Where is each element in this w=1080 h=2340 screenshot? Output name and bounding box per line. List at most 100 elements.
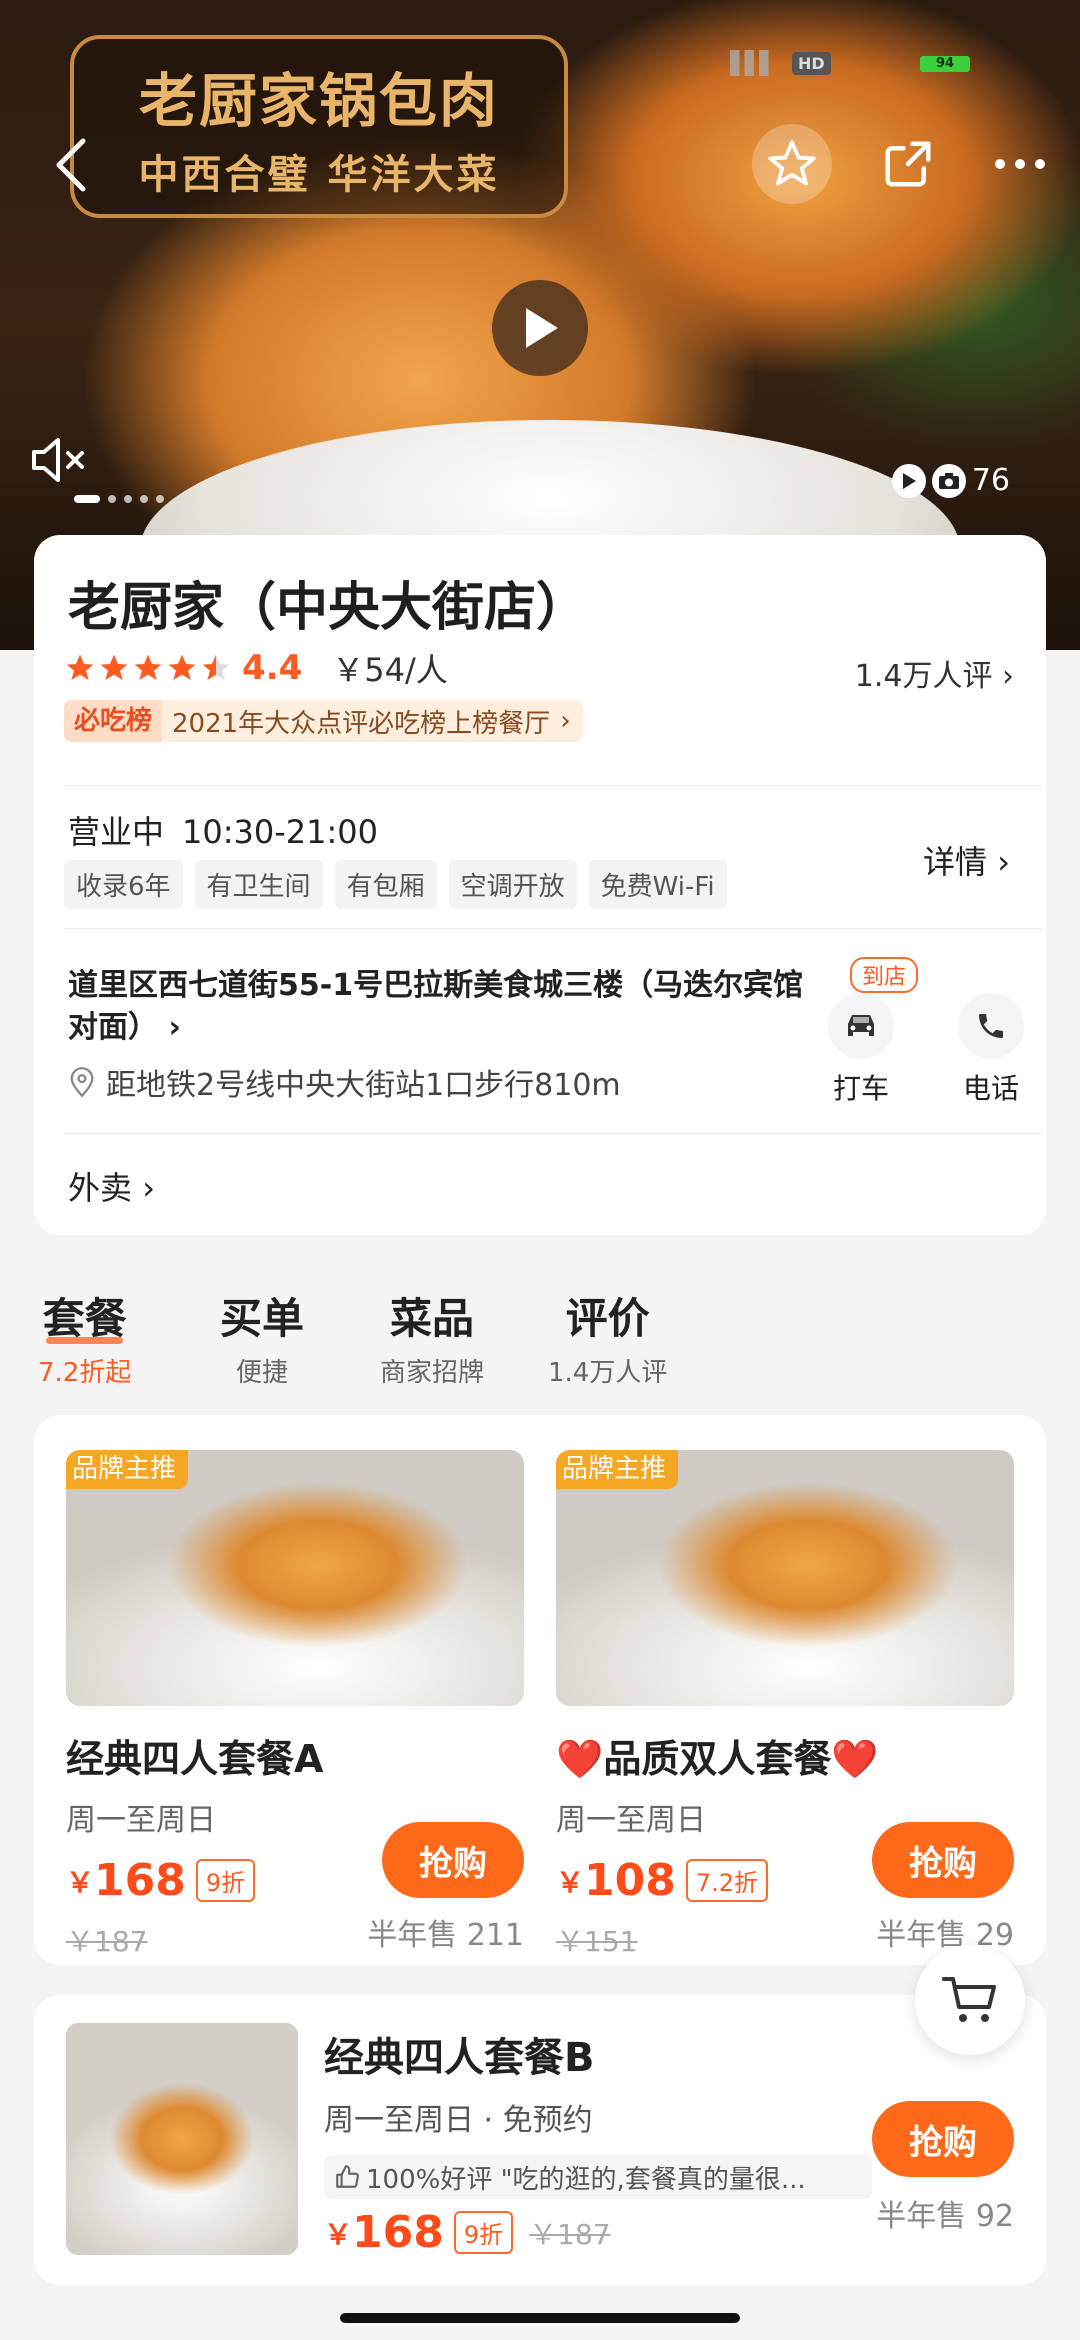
to-store-badge: 到店 (850, 957, 919, 993)
status-bar: HD 94 (0, 30, 1080, 90)
tab-label: 买单 (220, 1294, 305, 1343)
share-icon (885, 141, 931, 187)
currency: ￥ (324, 2217, 353, 2251)
play-icon (526, 308, 558, 348)
review-snippet: 100%好评 "吃的逛的,套餐真的量很... (324, 2155, 872, 2199)
facility-tag: 免费Wi-Fi (588, 860, 727, 909)
favorite-button[interactable] (752, 124, 832, 204)
home-indicator[interactable] (340, 2313, 740, 2323)
deal-title: 经典四人套餐B (324, 2035, 595, 2081)
tab-label: 套餐 (38, 1285, 131, 1346)
taxi-label: 打车 (832, 1072, 889, 1105)
chevron-right-icon: › (1002, 659, 1014, 694)
deals-card: 品牌主推 经典四人套餐A 周一至周日 ￥ 168 9折 ￥187 抢购 半年售 … (34, 1415, 1046, 1965)
sold-count: 半年售 211 (367, 1918, 524, 1953)
media-count[interactable]: 76 (891, 463, 1010, 498)
mute-button[interactable] (26, 430, 90, 490)
hd-indicator: HD (792, 52, 831, 75)
business-hours: 营业中 10:30-21:00 (68, 807, 378, 853)
takeout-link[interactable]: 外卖 › (68, 1163, 155, 1209)
buy-button[interactable]: 抢购 (382, 1822, 524, 1898)
original-price: ￥151 (556, 1925, 638, 1958)
discount-badge: 7.2折 (685, 1859, 769, 1902)
phone-button[interactable]: 电话 (946, 993, 1036, 1107)
must-eat-badge[interactable]: 必吃榜 2021年大众点评必吃榜上榜餐厅 › (64, 700, 583, 742)
hours-time: 10:30-21:00 (182, 813, 378, 851)
chevron-right-icon: › (142, 1169, 155, 1207)
tab-package[interactable]: 套餐 7.2折起 (38, 1285, 131, 1389)
sign-line2: 中西合璧 华洋大菜 (138, 150, 500, 198)
star-icon (168, 654, 196, 680)
original-price: ￥187 (529, 2217, 611, 2251)
facility-tags: 收录6年 有卫生间 有包厢 空调开放 免费Wi-Fi (64, 860, 727, 909)
half-star-icon (202, 654, 230, 680)
address-link[interactable]: 道里区西七道街55-1号巴拉斯美食城三楼（马迭尔宾馆对面） › (68, 965, 808, 1049)
deal-item[interactable]: 经典四人套餐B 周一至周日 · 免预约 100%好评 "吃的逛的,套餐真的量很.… (34, 1995, 1046, 2285)
divider (64, 928, 1042, 929)
details-label: 详情 (923, 843, 988, 881)
brand-tag: 品牌主推 (66, 1450, 189, 1489)
shop-info-card: 老厨家（中央大街店） 4.4 ￥54/人 1.4万人评 › 必吃榜 2021年大… (34, 535, 1046, 1235)
review-text: 100%好评 "吃的逛的,套餐真的量很... (366, 2164, 806, 2195)
chevron-left-icon (56, 138, 86, 192)
deal-image: 品牌主推 (66, 1450, 524, 1706)
more-dots-icon (995, 159, 1045, 169)
price-value: 168 (352, 2207, 444, 2258)
carousel-indicator (74, 495, 164, 503)
deal-title: 经典四人套餐A (66, 1737, 324, 1781)
battery-icon: 94 (920, 56, 970, 72)
taxi-button[interactable]: 打车 (816, 993, 906, 1107)
tab-dishes[interactable]: 菜品 商家招牌 (380, 1285, 484, 1389)
facility-tag: 收录6年 (64, 860, 183, 909)
star-icon (768, 140, 816, 186)
facility-tag: 有包厢 (334, 860, 437, 909)
buy-button[interactable]: 抢购 (872, 1822, 1014, 1898)
rating-score: 4.4 (242, 648, 303, 688)
must-eat-text: 2021年大众点评必吃榜上榜餐厅 (172, 708, 551, 739)
star-icon (134, 654, 162, 680)
chevron-right-icon: › (560, 706, 571, 736)
brand-tag: 品牌主推 (556, 1450, 679, 1489)
deal-item[interactable]: 品牌主推 经典四人套餐A 周一至周日 ￥ 168 9折 ￥187 抢购 半年售 … (66, 1450, 524, 1970)
shop-name: 老厨家（中央大街店） (68, 578, 589, 638)
more-button[interactable] (980, 124, 1060, 204)
play-button[interactable] (492, 280, 588, 376)
open-status: 营业中 (68, 813, 165, 851)
divider (64, 785, 1042, 786)
video-icon (891, 463, 926, 498)
tab-label: 评价 (565, 1294, 650, 1343)
chevron-right-icon: › (997, 843, 1010, 881)
deal-image: 品牌主推 (556, 1450, 1014, 1706)
chevron-right-icon: › (168, 1010, 181, 1045)
tab-pay[interactable]: 买单 便捷 (220, 1285, 304, 1389)
tab-sub: 商家招牌 (380, 1358, 485, 1388)
currency: ￥ (556, 1865, 585, 1899)
back-button[interactable] (40, 130, 100, 200)
thumbs-up-icon (336, 2165, 359, 2188)
metro-distance: 距地铁2号线中央大街站1口步行810m (106, 1068, 621, 1103)
star-icon (100, 654, 128, 680)
deal-item[interactable]: 品牌主推 ❤️品质双人套餐❤️ 周一至周日 ￥ 108 7.2折 ￥151 抢购… (556, 1450, 1014, 1970)
details-link[interactable]: 详情 › (923, 837, 1010, 883)
cart-button[interactable] (915, 1945, 1025, 2055)
tab-sub: 便捷 (236, 1358, 289, 1388)
buy-button[interactable]: 抢购 (872, 2101, 1014, 2177)
deal-price: ￥ 168 9折 (66, 1855, 256, 1906)
cart-icon (942, 1977, 996, 2022)
sold-count: 半年售 29 (876, 1918, 1014, 1953)
deal-price: ￥ 168 9折 ￥187 (324, 2207, 611, 2258)
facility-tag: 空调开放 (448, 860, 577, 909)
location-pin-icon (70, 1067, 94, 1098)
media-count-label: 76 (971, 463, 1010, 498)
review-count-link[interactable]: 1.4万人评 › (855, 651, 1014, 695)
tab-sub: 1.4万人评 (548, 1358, 668, 1388)
phone-icon (958, 993, 1024, 1059)
signal-icon (730, 50, 778, 76)
deal-image (66, 2023, 298, 2255)
star-icon (66, 654, 94, 680)
must-eat-logo: 必吃榜 (64, 700, 163, 742)
price-value: 168 (94, 1855, 186, 1906)
tab-reviews[interactable]: 评价 1.4万人评 (548, 1285, 667, 1389)
share-button[interactable] (868, 124, 948, 204)
divider (64, 1133, 1042, 1134)
